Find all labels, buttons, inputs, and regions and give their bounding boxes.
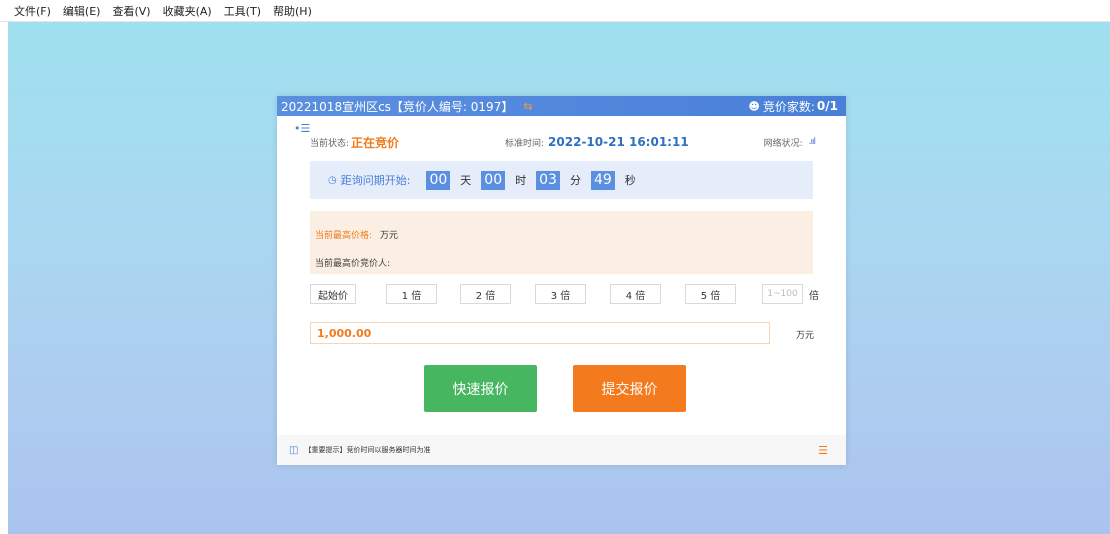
network-status: 网络状况: .ııl — [763, 136, 816, 149]
multiplier-input[interactable]: 1~100 — [762, 284, 803, 304]
menu-view[interactable]: 查看(V) — [112, 3, 150, 19]
multiplier-row: 起始价 1 倍 2 倍 3 倍 4 倍 5 倍 1~100 倍 — [310, 284, 820, 304]
countdown-hours-unit: 时 — [515, 174, 527, 187]
bid-amount-unit: 万元 — [796, 331, 815, 341]
clock-icon: ◷ — [328, 174, 337, 186]
highest-bidder-label: 当前最高价竞价人: — [315, 259, 391, 269]
signal-icon: .ııl — [808, 137, 816, 147]
panel-footer: ◫ 【重要提示】竞价时间以服务器时间为准 ☰ — [277, 435, 846, 465]
list-icon[interactable]: ☰ — [818, 444, 828, 457]
highest-price-unit: 万元 — [380, 231, 399, 241]
status-value: 正在竞价 — [351, 135, 400, 150]
people-icon: ☻ — [748, 99, 760, 113]
countdown-label: 距询问期开始: — [340, 174, 411, 187]
standard-time-value: 2022-10-21 16:01:11 — [548, 135, 689, 149]
submit-bid-button[interactable]: 提交报价 — [573, 365, 686, 412]
network-label: 网络状况: — [763, 138, 803, 149]
multiplier-3-button[interactable]: 3 倍 — [535, 284, 586, 304]
standard-time-label: 标准时间: — [505, 138, 545, 149]
bidder-count-label: 竞价家数: — [762, 99, 815, 114]
menu-toggle-icon[interactable]: •☰ — [294, 122, 310, 135]
menu-help[interactable]: 帮助(H) — [273, 3, 312, 19]
countdown-seconds-unit: 秒 — [624, 174, 636, 187]
multiplier-2-button[interactable]: 2 倍 — [460, 284, 511, 304]
highest-price-box: 当前最高价格: 万元 当前最高价竞价人: — [310, 211, 813, 274]
multiplier-5-button[interactable]: 5 倍 — [685, 284, 736, 304]
countdown-seconds: 49 — [590, 170, 615, 190]
countdown-hours: 00 — [481, 170, 506, 190]
multiplier-suffix: 倍 — [809, 291, 819, 302]
bid-amount-input[interactable]: 1,000.00 — [310, 322, 770, 344]
panel-header: 20221018宣州区cs【竞价人编号: 0197】 ⇆ ☻ 竞价家数: 0/1 — [277, 96, 846, 116]
menu-edit[interactable]: 编辑(E) — [63, 3, 101, 19]
chat-icon: ◫ — [289, 444, 299, 456]
start-price-button[interactable]: 起始价 — [310, 284, 356, 304]
status-row: 当前状态: 正在竞价 标准时间: 2022-10-21 16:01:11 网络状… — [310, 134, 816, 150]
bidder-count-value: 0/1 — [816, 99, 838, 113]
bidder-count: ☻ 竞价家数: 0/1 — [748, 98, 838, 115]
countdown-days: 00 — [426, 170, 451, 190]
menu-file[interactable]: 文件(F) — [14, 3, 51, 19]
important-tip: 【重要提示】竞价时间以服务器时间为准 — [304, 446, 431, 454]
countdown-minutes: 03 — [536, 170, 560, 190]
standard-time: 标准时间: 2022-10-21 16:01:11 — [505, 135, 689, 149]
highest-price-label: 当前最高价格: — [315, 231, 373, 241]
bidding-panel: 20221018宣州区cs【竞价人编号: 0197】 ⇆ ☻ 竞价家数: 0/1… — [277, 96, 846, 465]
panel-title: 20221018宣州区cs【竞价人编号: 0197】 — [281, 99, 514, 114]
swap-icon[interactable]: ⇆ — [523, 100, 532, 113]
quick-bid-button[interactable]: 快速报价 — [424, 365, 537, 412]
multiplier-4-button[interactable]: 4 倍 — [610, 284, 661, 304]
highest-price-row: 当前最高价格: 万元 — [315, 228, 398, 241]
menubar: 文件(F) 编辑(E) 查看(V) 收藏夹(A) 工具(T) 帮助(H) — [0, 0, 1110, 22]
multiplier-1-button[interactable]: 1 倍 — [386, 284, 437, 304]
countdown-bar: ◷ 距询问期开始: 00 天 00 时 03 分 49 秒 — [310, 161, 813, 199]
menu-favorites[interactable]: 收藏夹(A) — [163, 3, 212, 19]
menu-tools[interactable]: 工具(T) — [224, 3, 261, 19]
status-label: 当前状态: — [310, 138, 350, 149]
countdown-minutes-unit: 分 — [569, 174, 581, 187]
countdown-days-unit: 天 — [460, 174, 472, 187]
